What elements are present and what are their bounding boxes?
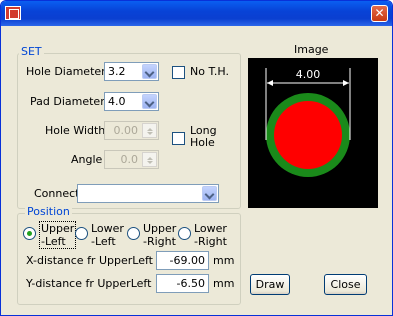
radio-upper-left[interactable]	[23, 227, 36, 240]
radio-lower-right[interactable]	[178, 227, 191, 240]
angle-label: Angle	[71, 153, 103, 166]
angle-value: 0.0	[120, 153, 139, 166]
hole-diameter-value: 3.2	[108, 65, 126, 78]
y-distance-unit: mm	[213, 277, 235, 290]
pad-preview: 4.00	[248, 58, 378, 208]
spin-arrows-icon[interactable]	[142, 123, 157, 138]
radio-upper-left-label[interactable]: Upper -Left	[39, 221, 77, 249]
no-th-label: No T.H.	[190, 65, 229, 78]
no-th-checkbox[interactable]	[172, 66, 185, 79]
option-line2: -Right	[194, 235, 227, 248]
chevron-down-icon[interactable]	[142, 64, 157, 79]
long-hole-label: Long Hole	[190, 125, 217, 149]
pad-diameter-value: 4.0	[108, 95, 126, 108]
option-line1: Lower	[194, 222, 227, 235]
radio-lower-left-label[interactable]: Lower -Left	[91, 222, 124, 248]
pad-diameter-label: Pad Diameter	[30, 95, 105, 108]
dialog-window: ✕ SET Hole Diameter 3.2 No T.H. Pad Diam…	[0, 0, 393, 316]
dimension-label: 4.00	[296, 68, 321, 81]
angle-spinner[interactable]: 0.0	[104, 150, 159, 169]
draw-button[interactable]: Draw	[250, 274, 290, 295]
x-distance-label: X-distance fr UpperLeft	[26, 254, 153, 267]
arrowhead-left-icon	[267, 80, 273, 86]
long-hole-label-line2: Hole	[190, 136, 215, 149]
hole-width-value: 0.00	[113, 124, 139, 137]
pad-preview-drawing: 4.00	[265, 68, 351, 177]
y-distance-value: -6.50	[176, 277, 205, 290]
option-line2: -Left	[41, 235, 66, 248]
option-line1: Upper	[143, 222, 177, 235]
hole-diameter-select[interactable]: 3.2	[104, 62, 159, 81]
close-window-button[interactable]: ✕	[371, 5, 388, 22]
option-line1: Upper	[41, 222, 75, 235]
radio-lower-right-label[interactable]: Lower -Right	[194, 222, 227, 248]
radio-upper-right[interactable]	[127, 227, 140, 240]
hole-circle	[274, 101, 342, 169]
app-icon	[5, 6, 21, 20]
x-distance-unit: mm	[213, 254, 235, 267]
spin-arrows-icon[interactable]	[142, 152, 157, 167]
pad-diameter-select[interactable]: 4.0	[104, 92, 159, 111]
x-distance-field[interactable]: -69.00	[156, 251, 209, 270]
y-distance-field[interactable]: -6.50	[156, 274, 209, 293]
image-title: Image	[294, 43, 329, 56]
hole-width-spinner[interactable]: 0.00	[104, 121, 159, 140]
y-distance-label: Y-distance fr UpperLeft	[26, 277, 152, 290]
set-group-title: SET	[19, 45, 44, 58]
long-hole-checkbox[interactable]	[172, 132, 185, 145]
close-button[interactable]: Close	[324, 274, 367, 295]
title-bar[interactable]: ✕	[1, 1, 392, 26]
hole-width-label: Hole Width	[45, 124, 106, 137]
chevron-down-icon[interactable]	[142, 94, 157, 109]
x-distance-value: -69.00	[169, 254, 205, 267]
radio-upper-right-label[interactable]: Upper -Right	[143, 222, 176, 248]
position-group-title: Position	[25, 205, 72, 218]
option-line1: Lower	[91, 222, 124, 235]
arrowhead-right-icon	[343, 80, 349, 86]
radio-lower-left[interactable]	[75, 227, 88, 240]
chevron-down-icon[interactable]	[202, 186, 217, 201]
hole-diameter-label: Hole Diameter	[26, 65, 106, 78]
connect-net-select[interactable]	[77, 184, 219, 203]
option-line2: -Left	[91, 235, 116, 248]
option-line2: -Right	[143, 235, 176, 248]
